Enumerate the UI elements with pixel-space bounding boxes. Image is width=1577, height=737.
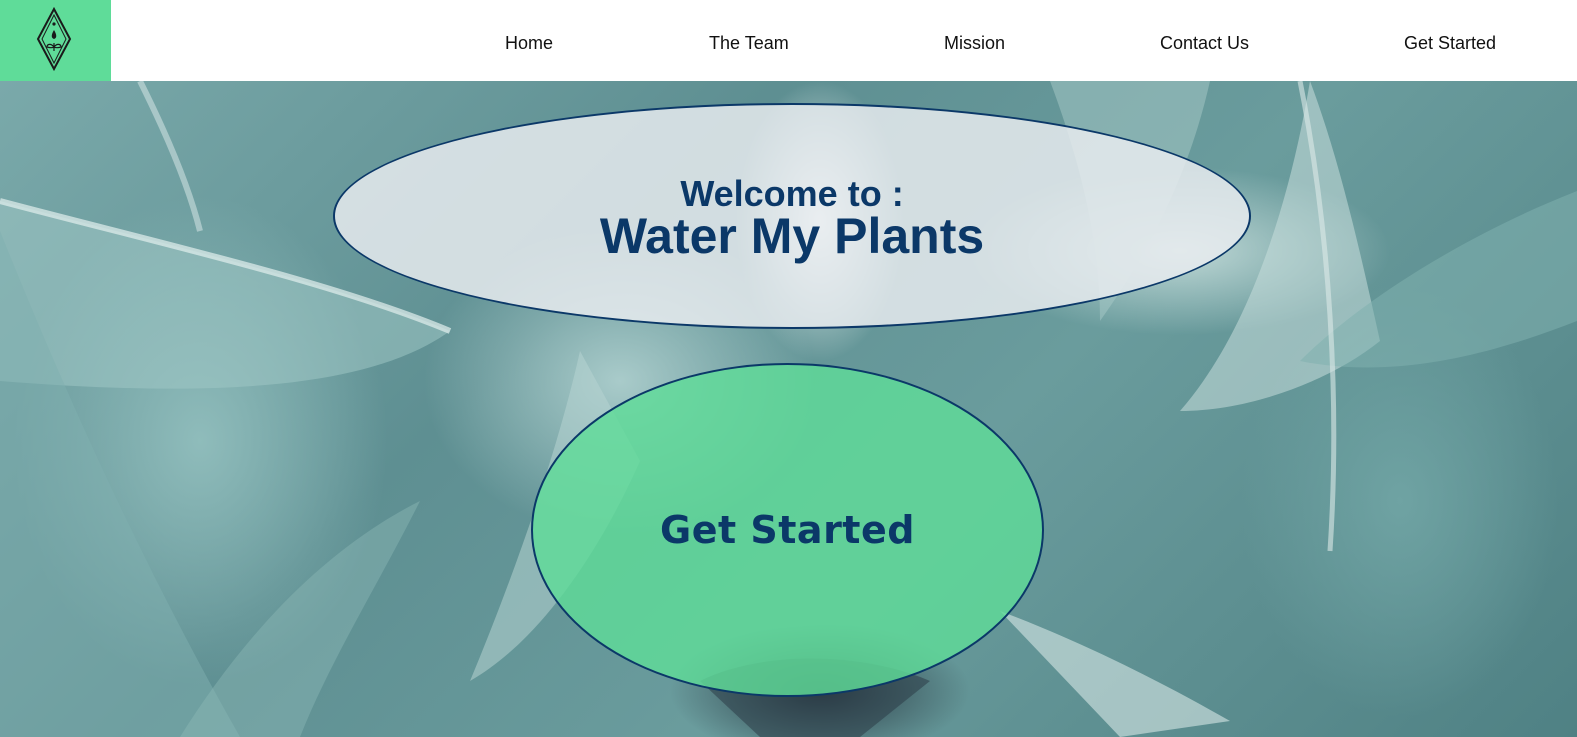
welcome-banner: Welcome to : Water My Plants xyxy=(333,103,1251,329)
nav-the-team[interactable]: The Team xyxy=(709,33,789,54)
logo[interactable] xyxy=(0,0,111,81)
get-started-label: Get Started xyxy=(660,508,915,552)
nav-contact-us[interactable]: Contact Us xyxy=(1160,33,1249,54)
nav-home[interactable]: Home xyxy=(505,33,553,54)
nav-mission[interactable]: Mission xyxy=(944,33,1005,54)
site-header: Home The Team Mission Contact Us Get Sta… xyxy=(0,0,1577,81)
get-started-button[interactable]: Get Started xyxy=(531,363,1044,697)
page-title: Water My Plants xyxy=(599,208,985,264)
diamond-plant-logo-icon xyxy=(36,7,72,71)
nav-get-started[interactable]: Get Started xyxy=(1404,33,1496,54)
